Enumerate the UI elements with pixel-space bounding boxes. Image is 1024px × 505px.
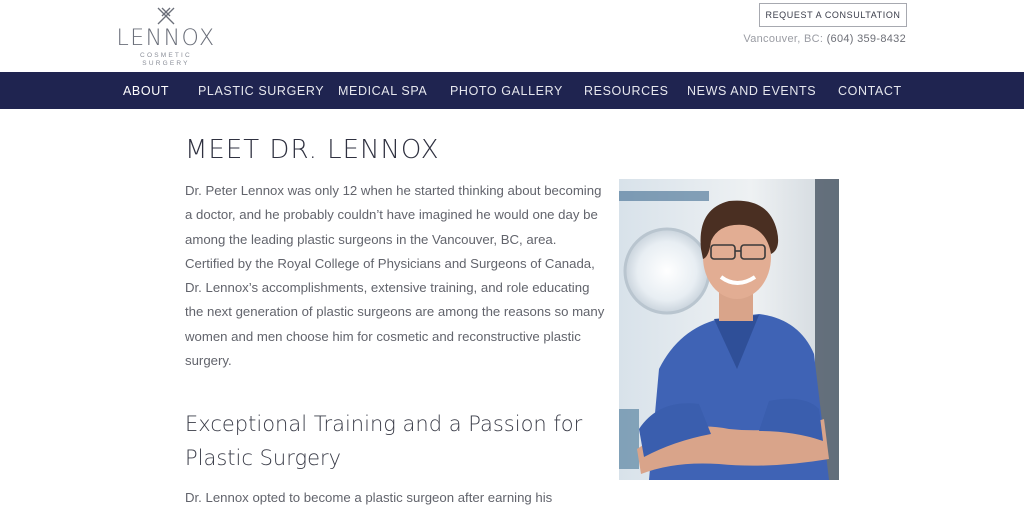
intro-paragraph: Dr. Peter Lennox was only 12 when he sta… xyxy=(185,183,605,369)
logo-subtitle: COSMETIC SURGERY xyxy=(140,52,192,67)
phone-link[interactable]: (604) 359-8432 xyxy=(827,33,906,45)
nav-item-resources[interactable]: RESOURCES xyxy=(584,72,669,109)
nav-item-news-and-events[interactable]: NEWS AND EVENTS xyxy=(687,72,816,109)
nav-item-plastic-surgery[interactable]: PLASTIC SURGERY xyxy=(198,72,324,109)
doctor-photo xyxy=(619,179,839,480)
main-nav: ABOUT PLASTIC SURGERY MEDICAL SPA PHOTO … xyxy=(0,72,1024,109)
location-label: Vancouver, BC: xyxy=(743,33,824,45)
nav-item-photo-gallery[interactable]: PHOTO GALLERY xyxy=(450,72,563,109)
site-header: LENNOX COSMETIC SURGERY REQUEST A CONSUL… xyxy=(0,0,1024,72)
main-content: MEET DR. LENNOX Dr. Peter Lennox was onl… xyxy=(0,109,1024,505)
nav-item-medical-spa[interactable]: MEDICAL SPA xyxy=(338,72,427,109)
phone-info: Vancouver, BC: (604) 359-8432 xyxy=(743,33,906,45)
logo-wordmark: LENNOX xyxy=(116,26,216,51)
page-title: MEET DR. LENNOX xyxy=(185,135,440,165)
section-heading: Exceptional Training and a Passion for P… xyxy=(185,412,583,470)
request-consultation-button[interactable]: REQUEST A CONSULTATION xyxy=(759,3,907,27)
logo-mark-icon xyxy=(157,7,175,25)
doctor-portrait-image xyxy=(619,179,839,480)
logo[interactable]: LENNOX COSMETIC SURGERY xyxy=(116,6,216,67)
nav-item-contact[interactable]: CONTACT xyxy=(838,72,902,109)
nav-item-about[interactable]: ABOUT xyxy=(123,72,169,109)
body-paragraph: Dr. Lennox opted to become a plastic sur… xyxy=(185,490,553,505)
